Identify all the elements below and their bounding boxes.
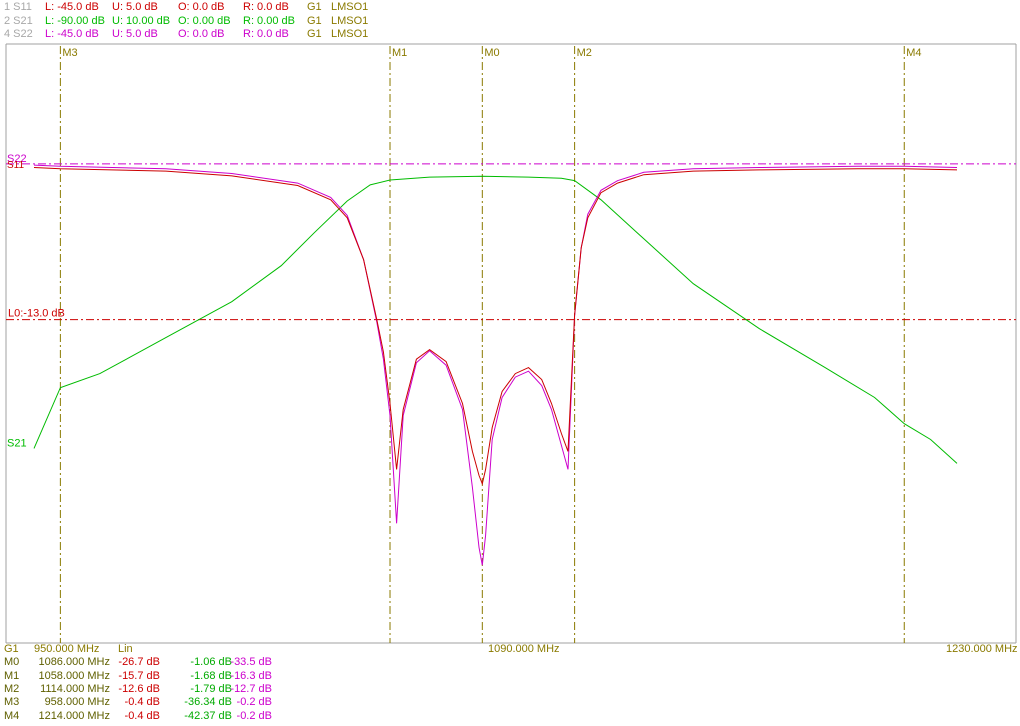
trace-s22 — [33, 164, 958, 566]
trace-label-s21: S21 — [7, 437, 27, 449]
marker-s22: -16.3 dB — [230, 669, 272, 682]
marker-s21: -36.34 dB — [184, 696, 232, 709]
marker-row-m0[interactable]: M0 1086.000 MHz -26.7 dB -1.06 dB -33.5 dB — [0, 656, 300, 669]
marker-s22: -0.2 dB — [236, 709, 272, 722]
trace-label-s11: S11 — [7, 160, 24, 171]
trace-s11 — [33, 167, 958, 486]
marker-row-m4[interactable]: M4 1214.000 MHz -0.4 dB -42.37 dB -0.2 dB — [0, 710, 300, 723]
axis-group: G1 — [4, 643, 19, 655]
marker-s22: -12.7 dB — [230, 682, 272, 695]
marker-label-m2: M2 — [577, 47, 592, 59]
marker-label-m4: M4 — [906, 47, 921, 59]
axis-scale: Lin — [118, 643, 133, 655]
marker-name: M4 — [4, 709, 20, 722]
marker-label-m0: M0 — [484, 47, 499, 59]
marker-freq: 958.000 MHz — [44, 696, 110, 709]
marker-footer: G1 950.000 MHz Lin 1090.000 MHz 1230.000 MHz… — [0, 643, 1020, 726]
limit-line-label: L0:-13.0 dB — [8, 308, 65, 320]
marker-s21: -42.37 dB — [184, 709, 232, 722]
marker-freq: 1086.000 MHz — [38, 656, 110, 669]
marker-s22: -33.5 dB — [230, 656, 272, 669]
marker-name: M2 — [4, 682, 20, 695]
marker-freq: 1114.000 MHz — [40, 682, 110, 695]
marker-s21: -1.68 dB — [190, 669, 232, 682]
marker-row-m1[interactable]: M1 1058.000 MHz -15.7 dB -1.68 dB -16.3 dB — [0, 670, 300, 683]
marker-freq: 1214.000 MHz — [38, 709, 110, 722]
axis-start: 950.000 MHz — [34, 643, 100, 655]
marker-freq: 1058.000 MHz — [38, 669, 110, 682]
marker-label-m3: M3 — [62, 47, 77, 59]
axis-center: 1090.000 MHz — [488, 643, 560, 655]
marker-name: M3 — [4, 696, 20, 709]
marker-row-m2[interactable]: M2 1114.000 MHz -12.6 dB -1.79 dB -12.7 dB — [0, 683, 300, 696]
marker-name: M0 — [4, 656, 20, 669]
marker-s11: -0.4 dB — [124, 709, 160, 722]
marker-s11: -0.4 dB — [124, 696, 160, 709]
marker-s11: -12.6 dB — [118, 682, 160, 695]
marker-row-m3[interactable]: M3 958.000 MHz -0.4 dB -36.34 dB -0.2 dB — [0, 696, 300, 709]
marker-s11: -26.7 dB — [118, 656, 160, 669]
marker-s11: -15.7 dB — [118, 669, 160, 682]
marker-s21: -1.79 dB — [190, 682, 232, 695]
chart-plot: M3 M1 M0 M2 M4L0:-13.0 dBS22S11S21 — [5, 43, 1017, 644]
marker-s21: -1.06 dB — [190, 656, 232, 669]
axis-stop: 1230.000 MHz — [946, 643, 1018, 655]
marker-label-m1: M1 — [392, 47, 407, 59]
marker-name: M1 — [4, 669, 20, 682]
marker-s22: -0.2 dB — [236, 696, 272, 709]
